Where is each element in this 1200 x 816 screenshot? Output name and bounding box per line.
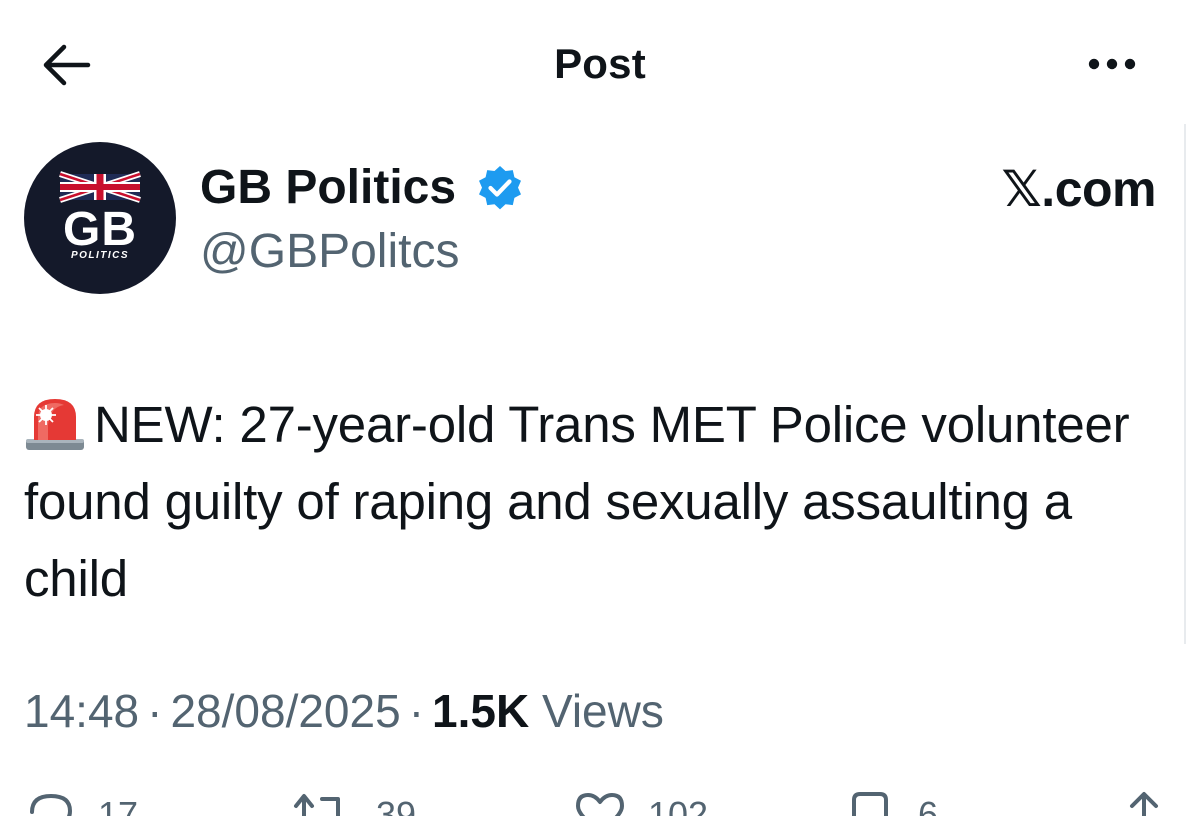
author-name[interactable]: GB Politics [200,160,456,215]
post-time[interactable]: 14:48 [24,685,139,737]
siren-icon [26,399,84,450]
avatar[interactable]: GB POLITICS [24,142,176,294]
post-date[interactable]: 28/08/2025 [170,685,400,737]
avatar-logo-text: GB [63,203,137,256]
reply-count: 17 [98,794,139,816]
post-page: Post GB POLITICS GB Politics @GBPolitcs … [0,0,1200,816]
verified-badge-icon [479,166,521,210]
repost-button[interactable]: 39 [292,790,442,816]
meta-separator: · [147,685,163,737]
more-horizontal-icon [1088,58,1136,70]
bookmark-button[interactable]: 6 [848,790,968,816]
like-button[interactable]: 102 [574,790,734,816]
top-bar: Post [0,0,1200,130]
bookmark-count: 6 [918,794,939,816]
reply-button[interactable]: 17 [26,790,166,816]
post-text: NEW: 27-year-old Trans MET Police volunt… [24,386,1174,617]
divider [1184,124,1186,644]
share-button[interactable] [1124,790,1164,816]
bookmark-icon [852,792,888,816]
source-label: 𝕏.com [1001,161,1157,217]
like-count: 102 [648,794,709,816]
post-text-content: NEW: 27-year-old Trans MET Police volunt… [24,396,1130,607]
more-options-button[interactable] [1084,52,1144,76]
views-count: 1.5K [432,685,530,737]
author-handle[interactable]: @GBPolitcs [200,224,459,279]
repost-icon [294,794,340,816]
post-meta: 14:48 · 28/08/2025 · 1.5K Views [24,684,664,738]
meta-separator: · [408,685,425,737]
share-icon [1130,792,1158,816]
page-title: Post [554,40,646,87]
heart-icon [576,793,624,816]
repost-count: 39 [376,794,417,816]
avatar-logo-subtext: POLITICS [70,250,130,261]
reply-icon [30,793,73,816]
views-label: Views [541,685,664,737]
